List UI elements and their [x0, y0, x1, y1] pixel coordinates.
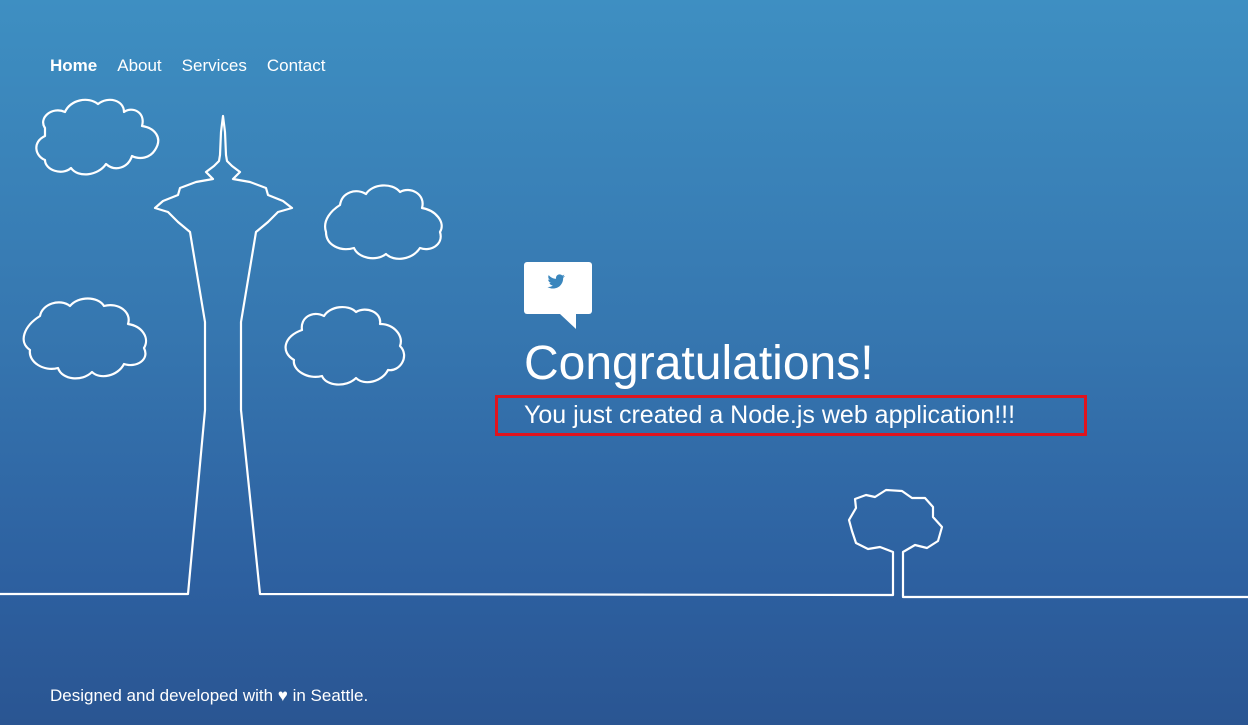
cloud-shape — [284, 306, 406, 386]
page-subtitle: You just created a Node.js web applicati… — [524, 401, 1016, 429]
cloud-shape — [35, 98, 160, 176]
nav-link-services[interactable]: Services — [182, 55, 247, 77]
page-title: Congratulations! — [524, 337, 874, 390]
cloud-shape — [22, 297, 148, 380]
hero-section: Congratulations! — [524, 262, 874, 390]
nav-link-home[interactable]: Home — [50, 55, 97, 77]
main-nav: Home About Services Contact — [50, 55, 345, 77]
nav-link-contact[interactable]: Contact — [267, 55, 326, 77]
cloud-shape — [324, 184, 443, 260]
twitter-bird-icon — [524, 262, 592, 329]
footer-credit: Designed and developed with ♥ in Seattle… — [50, 686, 369, 705]
nav-link-about[interactable]: About — [117, 55, 161, 77]
